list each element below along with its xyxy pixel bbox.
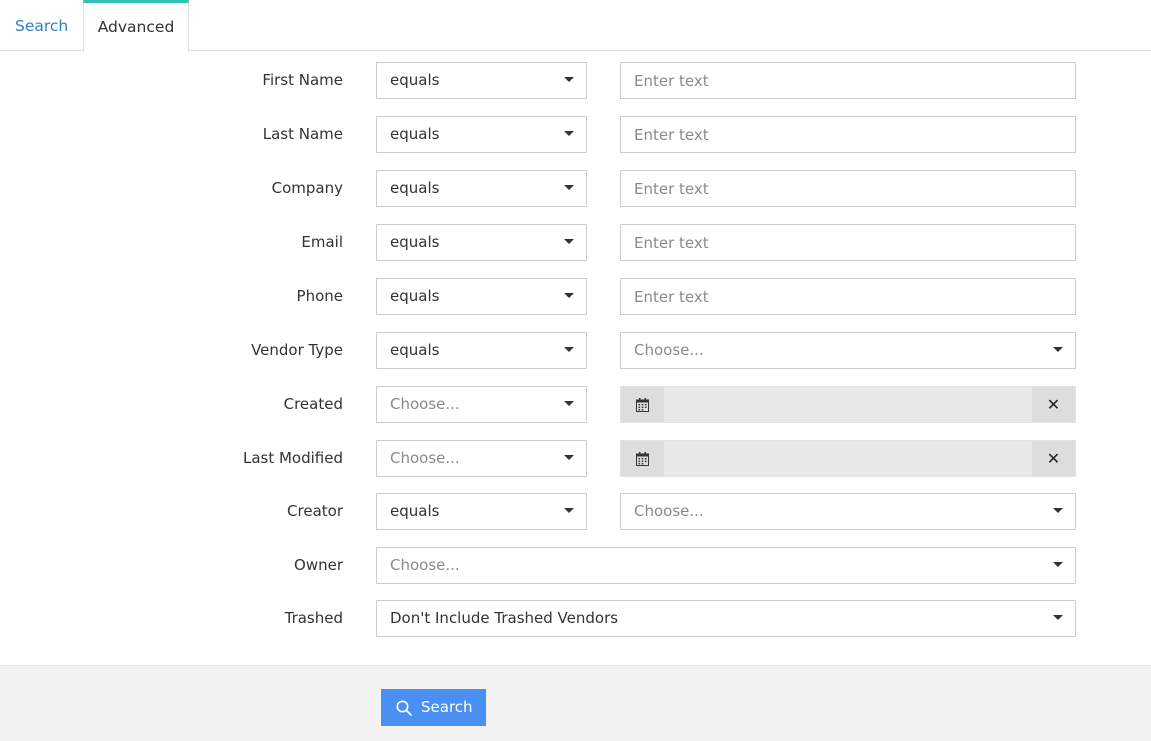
- vendor-type-value-placeholder: Choose...: [634, 341, 704, 359]
- caret-down-icon: [564, 455, 574, 460]
- phone-operator-select[interactable]: equals: [376, 278, 587, 315]
- close-icon[interactable]: ✕: [1032, 441, 1075, 476]
- tab-search[interactable]: Search: [0, 0, 83, 51]
- caret-down-icon: [1053, 508, 1063, 513]
- caret-down-icon: [564, 77, 574, 82]
- caret-down-icon: [1053, 347, 1063, 352]
- row-first-name: First Name equals: [0, 62, 1151, 99]
- phone-label: Phone: [296, 287, 343, 305]
- last-modified-date-field[interactable]: [664, 441, 1032, 476]
- created-label: Created: [283, 395, 343, 413]
- row-trashed: Trashed Don't Include Trashed Vendors: [0, 600, 1151, 637]
- row-created: Created Choose... ✕: [0, 386, 1151, 423]
- row-last-modified: Last Modified Choose... ✕: [0, 440, 1151, 477]
- creator-value-placeholder: Choose...: [634, 502, 704, 520]
- caret-down-icon: [564, 347, 574, 352]
- row-company: Company equals: [0, 170, 1151, 207]
- vendor-type-value-select[interactable]: Choose...: [620, 332, 1076, 369]
- created-operator-select[interactable]: Choose...: [376, 386, 587, 423]
- vendor-type-operator-select[interactable]: equals: [376, 332, 587, 369]
- calendar-icon[interactable]: [621, 441, 664, 476]
- first-name-input[interactable]: [620, 62, 1076, 99]
- search-button[interactable]: Search: [381, 689, 486, 726]
- last-name-operator-select[interactable]: equals: [376, 116, 587, 153]
- caret-down-icon: [564, 401, 574, 406]
- vendor-type-operator-value: equals: [390, 341, 440, 359]
- first-name-label: First Name: [262, 71, 343, 89]
- first-name-operator-value: equals: [390, 71, 440, 89]
- vendor-type-label: Vendor Type: [251, 341, 343, 359]
- tab-bar: Search Advanced: [0, 0, 1151, 52]
- email-operator-value: equals: [390, 233, 440, 251]
- caret-down-icon: [564, 185, 574, 190]
- row-phone: Phone equals: [0, 278, 1151, 315]
- trashed-value: Don't Include Trashed Vendors: [390, 609, 619, 627]
- owner-label: Owner: [294, 556, 343, 574]
- creator-label: Creator: [287, 502, 343, 520]
- form-footer: Search: [0, 665, 1151, 741]
- company-operator-value: equals: [390, 179, 440, 197]
- row-creator: Creator equals Choose...: [0, 493, 1151, 530]
- email-label: Email: [301, 233, 343, 251]
- company-operator-select[interactable]: equals: [376, 170, 587, 207]
- caret-down-icon: [1053, 562, 1063, 567]
- last-name-label: Last Name: [262, 125, 343, 143]
- last-name-operator-value: equals: [390, 125, 440, 143]
- owner-select[interactable]: Choose...: [376, 547, 1076, 584]
- created-date-field[interactable]: [664, 387, 1032, 422]
- row-vendor-type: Vendor Type equals Choose...: [0, 332, 1151, 369]
- last-modified-operator-select[interactable]: Choose...: [376, 440, 587, 477]
- tab-advanced[interactable]: Advanced: [83, 0, 189, 52]
- row-last-name: Last Name equals: [0, 116, 1151, 153]
- caret-down-icon: [564, 131, 574, 136]
- row-email: Email equals: [0, 224, 1151, 261]
- trashed-label: Trashed: [284, 609, 343, 627]
- creator-operator-select[interactable]: equals: [376, 493, 587, 530]
- last-modified-label: Last Modified: [242, 449, 343, 467]
- phone-input[interactable]: [620, 278, 1076, 315]
- email-operator-select[interactable]: equals: [376, 224, 587, 261]
- created-operator-placeholder: Choose...: [390, 395, 460, 413]
- last-modified-date-range: ✕: [620, 440, 1076, 477]
- search-button-label: Search: [421, 698, 473, 716]
- owner-placeholder: Choose...: [390, 556, 460, 574]
- caret-down-icon: [564, 508, 574, 513]
- created-date-range: ✕: [620, 386, 1076, 423]
- company-label: Company: [271, 179, 343, 197]
- last-name-input[interactable]: [620, 116, 1076, 153]
- caret-down-icon: [1053, 615, 1063, 620]
- trashed-select[interactable]: Don't Include Trashed Vendors: [376, 600, 1076, 637]
- company-input[interactable]: [620, 170, 1076, 207]
- email-input[interactable]: [620, 224, 1076, 261]
- first-name-operator-select[interactable]: equals: [376, 62, 587, 99]
- row-owner: Owner Choose...: [0, 547, 1151, 584]
- creator-operator-value: equals: [390, 502, 440, 520]
- last-modified-operator-placeholder: Choose...: [390, 449, 460, 467]
- search-icon: [396, 700, 412, 720]
- close-icon[interactable]: ✕: [1032, 387, 1075, 422]
- caret-down-icon: [564, 239, 574, 244]
- phone-operator-value: equals: [390, 287, 440, 305]
- creator-value-select[interactable]: Choose...: [620, 493, 1076, 530]
- calendar-icon[interactable]: [621, 387, 664, 422]
- caret-down-icon: [564, 293, 574, 298]
